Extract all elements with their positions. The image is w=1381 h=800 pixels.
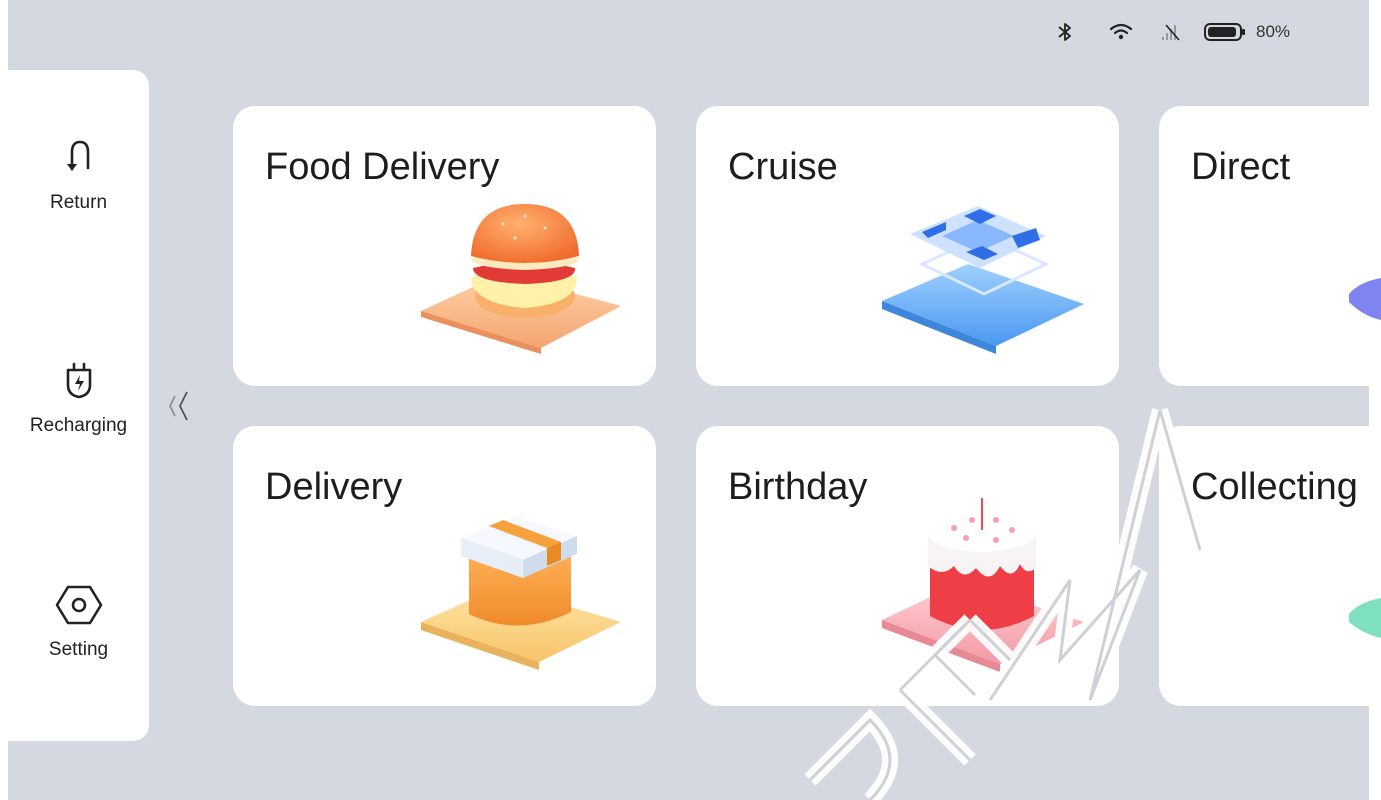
screen-edge-left bbox=[0, 0, 8, 800]
mode-card-food-delivery[interactable]: Food Delivery bbox=[233, 106, 656, 386]
sidebar: Return Recharging Setting bbox=[8, 70, 149, 741]
mode-card-birthday[interactable]: Birthday bbox=[696, 426, 1119, 706]
battery-icon bbox=[1202, 17, 1248, 47]
sidebar-item-label: Return bbox=[49, 192, 108, 213]
mode-card-direct[interactable]: Direct bbox=[1159, 106, 1381, 386]
card-title: Delivery bbox=[265, 466, 403, 508]
double-chevron-left-icon bbox=[169, 391, 188, 421]
sidebar-item-setting[interactable]: Setting bbox=[8, 583, 149, 661]
bluetooth-icon bbox=[1050, 17, 1080, 47]
sidebar-item-label: Recharging bbox=[29, 415, 128, 436]
return-icon bbox=[8, 136, 149, 180]
mode-card-delivery[interactable]: Delivery bbox=[233, 426, 656, 706]
card-title: Food Delivery bbox=[265, 146, 500, 188]
wifi-icon bbox=[1106, 17, 1136, 47]
card-title: Cruise bbox=[728, 146, 838, 188]
gear-hexagon-icon bbox=[8, 583, 149, 627]
no-signal-icon bbox=[1156, 17, 1186, 47]
charging-plug-icon bbox=[8, 359, 149, 403]
sidebar-item-return[interactable]: Return bbox=[8, 136, 149, 214]
card-title: Birthday bbox=[728, 466, 868, 508]
collapse-sidebar-button[interactable] bbox=[166, 386, 196, 426]
mode-card-collecting[interactable]: Collecting bbox=[1159, 426, 1381, 706]
battery-percentage: 80% bbox=[1256, 22, 1291, 41]
mode-card-cruise[interactable]: Cruise bbox=[696, 106, 1119, 386]
card-title: Direct bbox=[1191, 146, 1291, 188]
sidebar-item-recharging[interactable]: Recharging bbox=[8, 359, 149, 437]
sidebar-item-label: Setting bbox=[48, 639, 109, 660]
status-bar: 80% bbox=[1050, 17, 1290, 47]
card-title: Collecting bbox=[1191, 466, 1358, 508]
